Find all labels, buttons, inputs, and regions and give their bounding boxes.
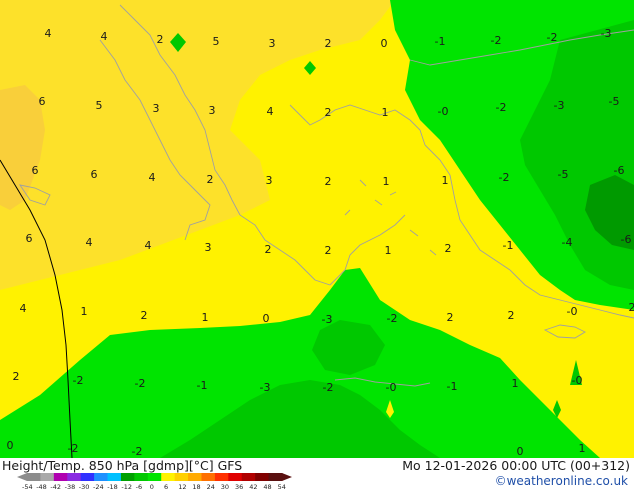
temperature-label: 6 xyxy=(39,95,46,108)
temperature-label: 2 xyxy=(13,370,20,383)
color-scale-segment xyxy=(242,473,256,481)
weather-map: 4 4 2 5 3 2 0 -1 -2 -2 -3 6 5 3 3 4 2 1 -0 -2 -3 -5 6 6 4 2 3 2 1 1 -2… xyxy=(0,0,634,458)
temperature-label: -3 xyxy=(260,381,271,394)
temperature-label: 6 xyxy=(26,232,33,245)
color-scale-segment xyxy=(81,473,95,481)
map-date: Mo 12-01-2026 00:00 UTC (00+312) xyxy=(402,458,630,473)
temperature-label: 4 xyxy=(149,171,156,184)
temperature-label: -5 xyxy=(609,95,620,108)
temperature-label: 4 xyxy=(145,239,152,252)
temperature-label: 3 xyxy=(153,102,160,115)
color-scale-segment xyxy=(175,473,189,481)
color-scale-segment xyxy=(67,473,81,481)
temperature-label: -1 xyxy=(447,380,458,393)
temperature-label: 1 xyxy=(382,106,389,119)
temperature-label: -2 xyxy=(132,445,143,458)
temperature-label: 1 xyxy=(81,305,88,318)
temperature-label: 2 xyxy=(508,309,515,322)
temperature-label: -5 xyxy=(558,168,569,181)
temperature-label: -4 xyxy=(562,236,573,249)
temperature-label: 0 xyxy=(263,312,270,325)
temperature-label: 1 xyxy=(383,175,390,188)
color-scale-left-arrow xyxy=(17,473,27,481)
color-scale-segment xyxy=(134,473,148,481)
temperature-label: -2 xyxy=(135,377,146,390)
temperature-label: -0 xyxy=(567,305,578,318)
temperature-label: 3 xyxy=(209,104,216,117)
temperature-label: -2 xyxy=(547,31,558,44)
temperature-label: 2 xyxy=(325,37,332,50)
temperature-label: 4 xyxy=(86,236,93,249)
color-scale-bar xyxy=(17,472,292,482)
color-scale-segment xyxy=(40,473,54,481)
color-scale-segment xyxy=(255,473,269,481)
temperature-label: 0 xyxy=(517,445,524,458)
temperature-label: -2 xyxy=(491,34,502,47)
temperature-label: 2 xyxy=(447,311,454,324)
temperature-label: 1 xyxy=(579,442,586,455)
temperature-label: 4 xyxy=(20,302,27,315)
temperature-label: 5 xyxy=(213,35,220,48)
temperature-label: 4 xyxy=(45,27,52,40)
temperature-label: 5 xyxy=(96,99,103,112)
color-scale-segment xyxy=(269,473,283,481)
temperature-label: 2 xyxy=(325,175,332,188)
color-scale-segment xyxy=(108,473,122,481)
color-scale-segment xyxy=(54,473,68,481)
temperature-label: -1 xyxy=(503,239,514,252)
color-scale-segment xyxy=(188,473,202,481)
temperature-label: -2 xyxy=(496,101,507,114)
temperature-label: 2 xyxy=(325,244,332,257)
temperature-label: -1 xyxy=(197,379,208,392)
credit-link[interactable]: ©weatheronline.co.uk xyxy=(495,474,628,488)
temperature-label: -3 xyxy=(554,99,565,112)
temperature-label: -2 xyxy=(68,442,79,455)
color-scale-segment xyxy=(201,473,215,481)
color-scale-right-arrow xyxy=(282,473,292,481)
temperature-label: 2 xyxy=(325,106,332,119)
temperature-label: 4 xyxy=(267,105,274,118)
temperature-label: 2 xyxy=(265,243,272,256)
color-scale-segment xyxy=(27,473,41,481)
temperature-field: 4 4 2 5 3 2 0 -1 -2 -2 -3 6 5 3 3 4 2 1 -0 -2 -3 -5 6 6 4 2 3 2 1 1 -2… xyxy=(0,0,634,458)
temperature-label: 4 xyxy=(101,30,108,43)
color-scale-segment xyxy=(148,473,162,481)
temperature-label: -2 xyxy=(499,171,510,184)
color-scale-segment xyxy=(215,473,229,481)
temperature-label: 1 xyxy=(512,377,519,390)
temperature-label: -3 xyxy=(322,313,333,326)
temperature-label: -1 xyxy=(435,35,446,48)
temperature-label: -2 xyxy=(73,374,84,387)
temperature-label: 2 xyxy=(629,301,634,314)
temperature-label: 2 xyxy=(207,173,214,186)
temperature-label: -0 xyxy=(572,374,583,387)
temperature-label: -0 xyxy=(438,105,449,118)
color-scale-segment xyxy=(94,473,108,481)
temperature-label: 3 xyxy=(269,37,276,50)
temperature-label: 1 xyxy=(385,244,392,257)
temperature-label: 2 xyxy=(445,242,452,255)
temperature-label: 2 xyxy=(157,33,164,46)
temperature-label: -6 xyxy=(614,164,625,177)
temperature-label: 3 xyxy=(205,241,212,254)
temperature-label: 6 xyxy=(32,164,39,177)
temperature-label: 6 xyxy=(91,168,98,181)
temperature-label: -6 xyxy=(621,233,632,246)
color-scale-segment xyxy=(161,473,175,481)
color-scale-segment xyxy=(228,473,242,481)
temperature-label: 3 xyxy=(266,174,273,187)
temperature-label: -2 xyxy=(323,381,334,394)
temperature-label: 1 xyxy=(202,311,209,324)
temperature-label: -3 xyxy=(601,27,612,40)
temperature-label: -2 xyxy=(387,312,398,325)
temperature-label: -0 xyxy=(386,381,397,394)
temperature-label: 0 xyxy=(381,37,388,50)
temperature-label: 1 xyxy=(442,174,449,187)
temperature-label: 0 xyxy=(7,439,14,452)
color-scale-segment xyxy=(121,473,135,481)
temperature-label: 2 xyxy=(141,309,148,322)
map-title: Height/Temp. 850 hPa [gdmp][°C] GFS xyxy=(2,458,242,473)
